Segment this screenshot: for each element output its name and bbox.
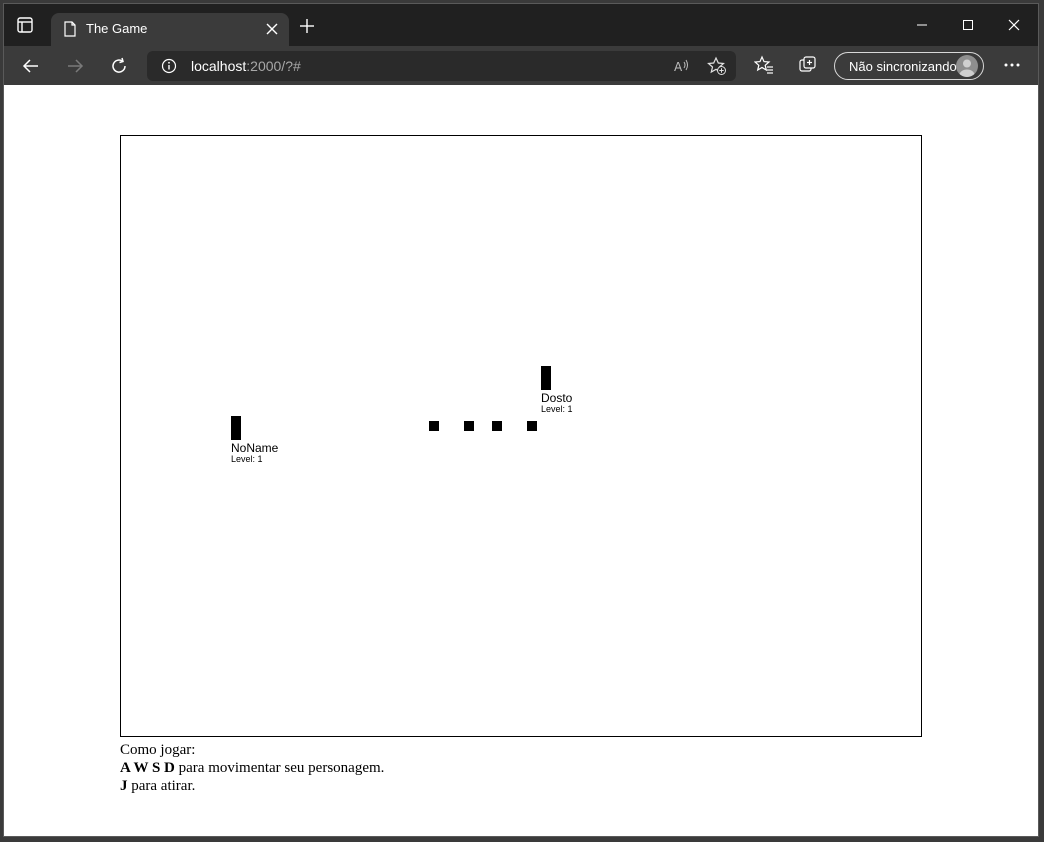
read-aloud-icon[interactable]: A <box>672 56 692 76</box>
back-arrow-icon <box>22 59 38 73</box>
enemy-name: Dosto <box>541 391 573 405</box>
bullet <box>527 421 537 431</box>
close-tab-icon[interactable] <box>265 22 279 36</box>
minimize-icon <box>917 24 927 26</box>
avatar <box>956 55 978 77</box>
url-path: :2000/?# <box>246 58 301 74</box>
player-sprite <box>231 416 241 440</box>
shoot-text: para atirar. <box>127 778 196 794</box>
back-button[interactable] <box>19 54 43 78</box>
browser-toolbar: localhost:2000/?# A Não sincronizando <box>4 46 1038 85</box>
instructions-shoot: J para atirar. <box>120 777 384 795</box>
url-text[interactable]: localhost:2000/?# <box>191 58 301 74</box>
refresh-button[interactable] <box>107 54 131 78</box>
minimize-button[interactable] <box>899 4 945 46</box>
maximize-icon <box>963 20 973 30</box>
player-name: NoName <box>231 441 279 455</box>
enemy-sprite <box>541 366 551 390</box>
collections-icon[interactable] <box>798 55 818 75</box>
close-icon <box>1008 19 1020 31</box>
refresh-icon <box>112 57 126 73</box>
address-bar[interactable]: localhost:2000/?# A <box>147 51 736 81</box>
sync-status-label: Não sincronizando <box>849 59 957 74</box>
move-keys: A W S D <box>120 760 175 776</box>
url-host: localhost <box>191 58 247 74</box>
game-canvas[interactable]: NoName Level: 1 Dosto Level: 1 <box>120 135 922 737</box>
user-icon <box>959 59 975 77</box>
more-options-icon[interactable] <box>1000 55 1024 75</box>
forward-arrow-icon <box>68 59 84 73</box>
page-content: NoName Level: 1 Dosto Level: 1 Como joga… <box>4 85 1038 836</box>
info-icon[interactable] <box>161 58 177 74</box>
new-tab-icon[interactable] <box>298 17 316 35</box>
favorites-icon[interactable] <box>754 55 774 75</box>
tab-actions-icon[interactable] <box>16 16 34 34</box>
move-text: para movimentar seu personagem. <box>174 760 385 776</box>
enemy-level: Level: 1 <box>541 404 573 414</box>
add-favorite-icon[interactable] <box>707 56 727 76</box>
instructions: Como jogar: A W S D para movimentar seu … <box>120 741 384 795</box>
profile-sync-button[interactable]: Não sincronizando <box>834 52 984 80</box>
title-bar: The Game <box>4 4 1038 46</box>
close-window-button[interactable] <box>991 4 1037 46</box>
player-level: Level: 1 <box>231 454 263 464</box>
browser-window: The Game localhost:2000/?# A Não sincron… <box>3 3 1039 837</box>
tab-the-game[interactable]: The Game <box>51 13 289 46</box>
svg-text:A: A <box>674 60 683 74</box>
maximize-button[interactable] <box>945 4 991 46</box>
page-icon <box>64 21 76 37</box>
instructions-heading: Como jogar: <box>120 742 196 758</box>
tab-title: The Game <box>86 21 148 36</box>
bullet <box>492 421 502 431</box>
bullet <box>464 421 474 431</box>
forward-button[interactable] <box>63 54 87 78</box>
shoot-key: J <box>120 778 128 794</box>
bullet <box>429 421 439 431</box>
instructions-move: A W S D para movimentar seu personagem. <box>120 759 384 777</box>
